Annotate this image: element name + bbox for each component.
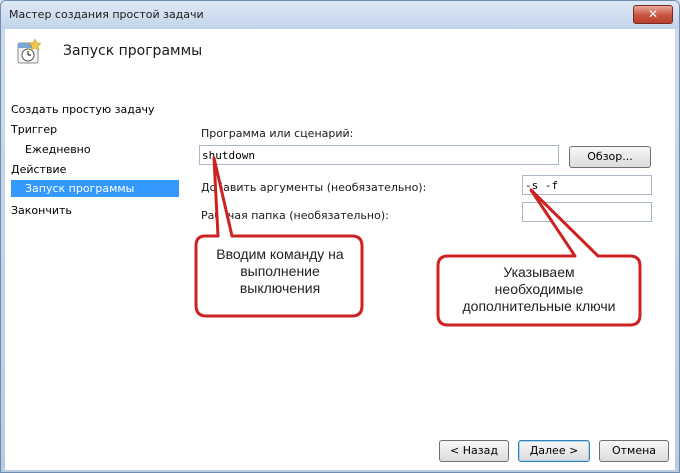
back-button[interactable]: < Назад	[439, 440, 509, 462]
nav-item-daily[interactable]: Ежедневно	[25, 143, 91, 156]
program-label: Программа или сценарий:	[201, 127, 354, 140]
nav-item-start-program[interactable]: Запуск программы	[25, 182, 134, 195]
args-label: Добавить аргументы (необязательно):	[201, 181, 427, 194]
task-clock-icon	[17, 39, 41, 64]
program-input[interactable]: shutdown	[199, 145, 559, 165]
callout-left-line: Вводим команду на	[216, 246, 344, 262]
window-title: Мастер создания простой задачи	[9, 8, 204, 21]
args-input[interactable]: -s -f	[522, 175, 652, 195]
page-title: Запуск программы	[63, 43, 203, 59]
callout-right-text: Указываем необходимые дополнительные клю…	[441, 264, 637, 315]
wizard-footer: < Назад Далее > Отмена	[5, 432, 675, 470]
cancel-button[interactable]: Отмена	[599, 440, 669, 462]
nav-item-action[interactable]: Действие	[11, 163, 66, 176]
close-button[interactable]: ✕	[633, 5, 673, 24]
wizard-header: Запуск программы	[5, 29, 675, 102]
browse-button[interactable]: Обзор...	[569, 146, 651, 168]
nav-item-trigger[interactable]: Триггер	[11, 123, 57, 136]
nav-item-finish[interactable]: Закончить	[11, 204, 72, 217]
workdir-label: Рабочая папка (необязательно):	[201, 209, 389, 222]
callout-left-line: выключения	[239, 280, 321, 296]
wizard-window: Мастер создания простой задачи ✕ Запуск …	[0, 0, 680, 473]
title-bar: Мастер создания простой задачи ✕	[1, 1, 679, 29]
workdir-input[interactable]	[522, 202, 652, 222]
nav-item-create-task[interactable]: Создать простую задачу	[11, 103, 155, 116]
callout-left-line: выполнение	[240, 263, 320, 279]
callout-left-text: Вводим команду на выполнение выключения	[200, 246, 360, 297]
callout-right-line: дополнительные ключи	[462, 298, 616, 314]
next-button[interactable]: Далее >	[518, 440, 590, 462]
callout-right-line: Указываем	[503, 264, 575, 280]
callout-right-line: необходимые	[494, 281, 584, 297]
